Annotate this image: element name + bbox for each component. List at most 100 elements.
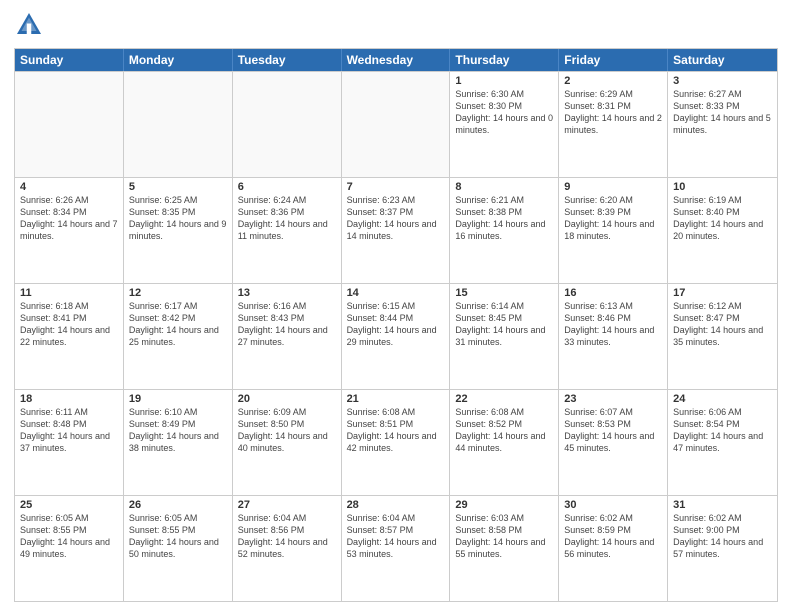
day-info: Sunrise: 6:03 AM Sunset: 8:58 PM Dayligh…	[455, 512, 553, 561]
day-info: Sunrise: 6:24 AM Sunset: 8:36 PM Dayligh…	[238, 194, 336, 243]
day-info: Sunrise: 6:29 AM Sunset: 8:31 PM Dayligh…	[564, 88, 662, 137]
day-info: Sunrise: 6:08 AM Sunset: 8:52 PM Dayligh…	[455, 406, 553, 455]
calendar-cell	[342, 72, 451, 177]
calendar-row-1: 4Sunrise: 6:26 AM Sunset: 8:34 PM Daylig…	[15, 177, 777, 283]
header-day-wednesday: Wednesday	[342, 49, 451, 71]
calendar-cell: 1Sunrise: 6:30 AM Sunset: 8:30 PM Daylig…	[450, 72, 559, 177]
calendar-body: 1Sunrise: 6:30 AM Sunset: 8:30 PM Daylig…	[15, 71, 777, 601]
day-number: 13	[238, 287, 336, 299]
day-info: Sunrise: 6:19 AM Sunset: 8:40 PM Dayligh…	[673, 194, 772, 243]
day-number: 27	[238, 499, 336, 511]
day-info: Sunrise: 6:27 AM Sunset: 8:33 PM Dayligh…	[673, 88, 772, 137]
day-info: Sunrise: 6:25 AM Sunset: 8:35 PM Dayligh…	[129, 194, 227, 243]
day-number: 28	[347, 499, 445, 511]
day-info: Sunrise: 6:09 AM Sunset: 8:50 PM Dayligh…	[238, 406, 336, 455]
calendar-row-2: 11Sunrise: 6:18 AM Sunset: 8:41 PM Dayli…	[15, 283, 777, 389]
calendar-cell: 17Sunrise: 6:12 AM Sunset: 8:47 PM Dayli…	[668, 284, 777, 389]
calendar-cell: 5Sunrise: 6:25 AM Sunset: 8:35 PM Daylig…	[124, 178, 233, 283]
day-number: 7	[347, 181, 445, 193]
calendar-cell: 30Sunrise: 6:02 AM Sunset: 8:59 PM Dayli…	[559, 496, 668, 601]
day-info: Sunrise: 6:02 AM Sunset: 9:00 PM Dayligh…	[673, 512, 772, 561]
day-info: Sunrise: 6:21 AM Sunset: 8:38 PM Dayligh…	[455, 194, 553, 243]
calendar-cell: 26Sunrise: 6:05 AM Sunset: 8:55 PM Dayli…	[124, 496, 233, 601]
day-info: Sunrise: 6:02 AM Sunset: 8:59 PM Dayligh…	[564, 512, 662, 561]
header-day-sunday: Sunday	[15, 49, 124, 71]
calendar-cell: 7Sunrise: 6:23 AM Sunset: 8:37 PM Daylig…	[342, 178, 451, 283]
day-number: 20	[238, 393, 336, 405]
day-info: Sunrise: 6:30 AM Sunset: 8:30 PM Dayligh…	[455, 88, 553, 137]
day-info: Sunrise: 6:05 AM Sunset: 8:55 PM Dayligh…	[20, 512, 118, 561]
calendar-cell: 22Sunrise: 6:08 AM Sunset: 8:52 PM Dayli…	[450, 390, 559, 495]
day-number: 10	[673, 181, 772, 193]
day-number: 6	[238, 181, 336, 193]
calendar-header: SundayMondayTuesdayWednesdayThursdayFrid…	[15, 49, 777, 71]
calendar-cell	[233, 72, 342, 177]
page-header	[14, 10, 778, 40]
day-info: Sunrise: 6:04 AM Sunset: 8:56 PM Dayligh…	[238, 512, 336, 561]
calendar-cell: 6Sunrise: 6:24 AM Sunset: 8:36 PM Daylig…	[233, 178, 342, 283]
calendar-cell: 20Sunrise: 6:09 AM Sunset: 8:50 PM Dayli…	[233, 390, 342, 495]
day-info: Sunrise: 6:11 AM Sunset: 8:48 PM Dayligh…	[20, 406, 118, 455]
calendar-cell: 29Sunrise: 6:03 AM Sunset: 8:58 PM Dayli…	[450, 496, 559, 601]
calendar-cell: 21Sunrise: 6:08 AM Sunset: 8:51 PM Dayli…	[342, 390, 451, 495]
day-info: Sunrise: 6:26 AM Sunset: 8:34 PM Dayligh…	[20, 194, 118, 243]
header-day-thursday: Thursday	[450, 49, 559, 71]
day-info: Sunrise: 6:05 AM Sunset: 8:55 PM Dayligh…	[129, 512, 227, 561]
day-number: 29	[455, 499, 553, 511]
calendar-grid: SundayMondayTuesdayWednesdayThursdayFrid…	[14, 48, 778, 602]
calendar-cell: 28Sunrise: 6:04 AM Sunset: 8:57 PM Dayli…	[342, 496, 451, 601]
day-info: Sunrise: 6:20 AM Sunset: 8:39 PM Dayligh…	[564, 194, 662, 243]
calendar-cell: 27Sunrise: 6:04 AM Sunset: 8:56 PM Dayli…	[233, 496, 342, 601]
calendar-cell: 10Sunrise: 6:19 AM Sunset: 8:40 PM Dayli…	[668, 178, 777, 283]
day-number: 24	[673, 393, 772, 405]
calendar-cell: 15Sunrise: 6:14 AM Sunset: 8:45 PM Dayli…	[450, 284, 559, 389]
header-day-monday: Monday	[124, 49, 233, 71]
day-number: 3	[673, 75, 772, 87]
day-number: 8	[455, 181, 553, 193]
day-number: 1	[455, 75, 553, 87]
day-number: 5	[129, 181, 227, 193]
header-day-friday: Friday	[559, 49, 668, 71]
logo	[14, 10, 46, 40]
day-info: Sunrise: 6:13 AM Sunset: 8:46 PM Dayligh…	[564, 300, 662, 349]
calendar-cell: 16Sunrise: 6:13 AM Sunset: 8:46 PM Dayli…	[559, 284, 668, 389]
day-number: 31	[673, 499, 772, 511]
day-info: Sunrise: 6:23 AM Sunset: 8:37 PM Dayligh…	[347, 194, 445, 243]
day-number: 30	[564, 499, 662, 511]
day-number: 19	[129, 393, 227, 405]
calendar-cell: 9Sunrise: 6:20 AM Sunset: 8:39 PM Daylig…	[559, 178, 668, 283]
calendar-cell: 11Sunrise: 6:18 AM Sunset: 8:41 PM Dayli…	[15, 284, 124, 389]
day-number: 16	[564, 287, 662, 299]
day-number: 21	[347, 393, 445, 405]
calendar-cell: 19Sunrise: 6:10 AM Sunset: 8:49 PM Dayli…	[124, 390, 233, 495]
calendar-cell: 8Sunrise: 6:21 AM Sunset: 8:38 PM Daylig…	[450, 178, 559, 283]
day-info: Sunrise: 6:07 AM Sunset: 8:53 PM Dayligh…	[564, 406, 662, 455]
calendar-cell: 4Sunrise: 6:26 AM Sunset: 8:34 PM Daylig…	[15, 178, 124, 283]
logo-icon	[14, 10, 44, 40]
day-number: 9	[564, 181, 662, 193]
day-number: 2	[564, 75, 662, 87]
calendar-row-3: 18Sunrise: 6:11 AM Sunset: 8:48 PM Dayli…	[15, 389, 777, 495]
header-day-saturday: Saturday	[668, 49, 777, 71]
day-number: 14	[347, 287, 445, 299]
calendar-cell: 14Sunrise: 6:15 AM Sunset: 8:44 PM Dayli…	[342, 284, 451, 389]
day-info: Sunrise: 6:14 AM Sunset: 8:45 PM Dayligh…	[455, 300, 553, 349]
calendar-cell	[124, 72, 233, 177]
day-info: Sunrise: 6:10 AM Sunset: 8:49 PM Dayligh…	[129, 406, 227, 455]
day-number: 23	[564, 393, 662, 405]
day-number: 18	[20, 393, 118, 405]
day-info: Sunrise: 6:18 AM Sunset: 8:41 PM Dayligh…	[20, 300, 118, 349]
calendar-cell: 23Sunrise: 6:07 AM Sunset: 8:53 PM Dayli…	[559, 390, 668, 495]
calendar-cell: 24Sunrise: 6:06 AM Sunset: 8:54 PM Dayli…	[668, 390, 777, 495]
day-number: 25	[20, 499, 118, 511]
calendar-cell: 2Sunrise: 6:29 AM Sunset: 8:31 PM Daylig…	[559, 72, 668, 177]
day-info: Sunrise: 6:15 AM Sunset: 8:44 PM Dayligh…	[347, 300, 445, 349]
day-number: 11	[20, 287, 118, 299]
calendar-page: SundayMondayTuesdayWednesdayThursdayFrid…	[0, 0, 792, 612]
calendar-cell: 3Sunrise: 6:27 AM Sunset: 8:33 PM Daylig…	[668, 72, 777, 177]
day-info: Sunrise: 6:16 AM Sunset: 8:43 PM Dayligh…	[238, 300, 336, 349]
day-number: 17	[673, 287, 772, 299]
calendar-cell: 13Sunrise: 6:16 AM Sunset: 8:43 PM Dayli…	[233, 284, 342, 389]
day-number: 4	[20, 181, 118, 193]
day-info: Sunrise: 6:06 AM Sunset: 8:54 PM Dayligh…	[673, 406, 772, 455]
